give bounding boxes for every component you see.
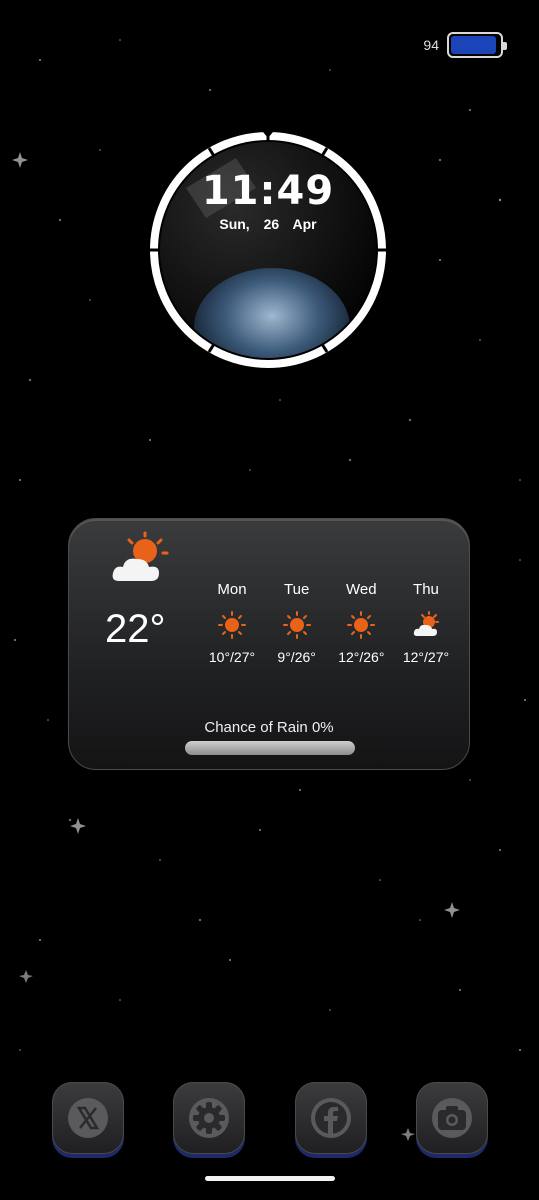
partly-cloudy-sun-icon bbox=[112, 531, 169, 581]
x-logo-icon bbox=[68, 1098, 108, 1138]
rain-chance-label: Chance of Rain 0% bbox=[204, 719, 334, 736]
settings-app-icon[interactable] bbox=[173, 1082, 246, 1154]
current-temperature: 22° bbox=[105, 607, 166, 651]
camera-icon bbox=[431, 1098, 472, 1138]
forecast-temp-range: 12°/26° bbox=[338, 649, 385, 665]
rain-chance-bar bbox=[185, 741, 355, 755]
clock-date: Sun, 26 Apr bbox=[219, 216, 317, 232]
clock-widget[interactable]: 11:49 Sun, 26 Apr bbox=[146, 128, 390, 372]
forecast-day[interactable]: Mon 10°/27° bbox=[201, 581, 263, 665]
forecast-day-name: Mon bbox=[217, 581, 247, 598]
battery-indicator: 94 bbox=[423, 32, 507, 58]
sun-icon bbox=[218, 611, 246, 639]
clock-time: 11:49 bbox=[201, 168, 335, 214]
forecast-temp-range: 9°/26° bbox=[277, 649, 316, 665]
sun-icon bbox=[282, 611, 311, 639]
sun-icon bbox=[347, 611, 376, 639]
home-indicator[interactable] bbox=[205, 1176, 335, 1181]
forecast-temp-range: 12°/27° bbox=[402, 649, 450, 665]
forecast-day[interactable]: Wed 12°/26° bbox=[330, 581, 392, 665]
battery-icon bbox=[447, 32, 507, 58]
forecast-day[interactable]: Tue 9°/26° bbox=[266, 581, 328, 665]
x-app-icon[interactable] bbox=[52, 1082, 124, 1154]
clock-dial bbox=[150, 132, 386, 368]
forecast-day-name: Wed bbox=[346, 581, 377, 598]
weather-widget[interactable]: 22° Mon 10°/27° Tue 9°/26° Wed 12°/26° T… bbox=[68, 518, 470, 770]
battery-level-text: 94 bbox=[423, 37, 439, 53]
forecast-day[interactable]: Thu 12°/27° bbox=[395, 581, 457, 665]
forecast-temp-range: 10°/27° bbox=[208, 649, 256, 665]
facebook-app-icon[interactable] bbox=[294, 1082, 367, 1154]
partly-cloudy-sun-icon bbox=[413, 611, 439, 636]
facebook-icon bbox=[310, 1098, 351, 1138]
gear-icon bbox=[189, 1098, 230, 1138]
battery-fill bbox=[451, 36, 497, 54]
forecast-day-name: Tue bbox=[284, 581, 310, 598]
forecast-row: Mon 10°/27° Tue 9°/26° Wed 12°/26° Thu 1… bbox=[201, 581, 457, 665]
app-dock bbox=[52, 1082, 488, 1154]
camera-app-icon[interactable] bbox=[415, 1082, 488, 1154]
forecast-day-name: Thu bbox=[413, 581, 439, 598]
